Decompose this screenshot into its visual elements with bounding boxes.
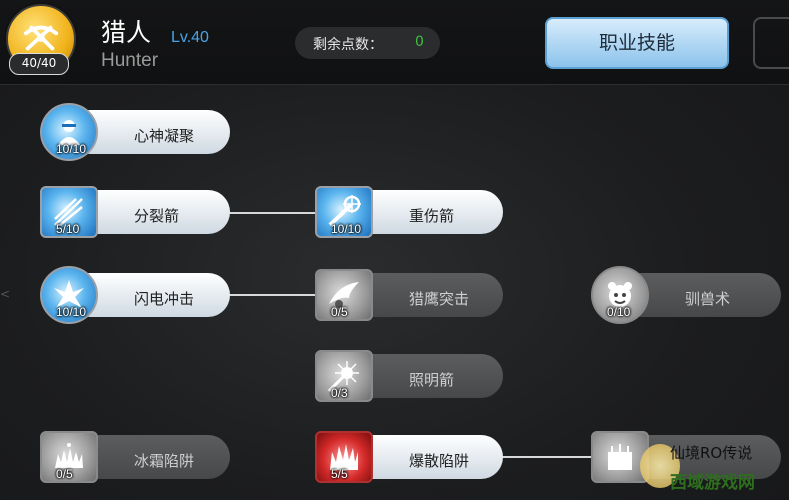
skill-node-falcon-strike[interactable]: 猎鹰突击 0/5 — [315, 269, 505, 321]
remaining-points-box: 剩余点数： 0 — [295, 27, 440, 59]
skill-node-flare-arrow[interactable]: 照明箭 0/3 — [315, 350, 505, 402]
skill-level: 10/10 — [56, 305, 87, 319]
watermark-line1: 仙境RO传说 — [670, 444, 753, 462]
remaining-points-label: 剩余点数： — [313, 37, 383, 53]
remaining-points-value: 0 — [415, 34, 424, 50]
skill-name: 重伤箭 — [409, 207, 455, 225]
skill-level: 0/5 — [331, 305, 348, 319]
site-watermark: 仙境RO传说 西域游戏网 — [640, 438, 789, 500]
job-skills-button[interactable]: 职业技能 — [545, 17, 729, 69]
skill-node-beast-taming[interactable]: 驯兽术 0/10 — [591, 266, 781, 324]
skill-name: 照明箭 — [409, 371, 455, 389]
connector-line — [500, 456, 592, 458]
skill-level: 5/10 — [56, 222, 80, 236]
job-level: Lv.40 — [171, 29, 209, 46]
skill-node-frost-trap[interactable]: 冰霜陷阱 0/5 — [40, 431, 230, 483]
skill-level: 0/5 — [56, 467, 73, 481]
connector-line — [228, 212, 318, 214]
skill-node-lightning-burst[interactable]: 闪电冲击 10/10 — [40, 266, 230, 324]
skill-name: 驯兽术 — [685, 290, 731, 308]
scroll-left-indicator: < — [0, 287, 11, 301]
skill-node-meditation[interactable]: 心神凝聚 10/10 — [40, 103, 230, 161]
skill-level: 5/5 — [331, 467, 348, 481]
skill-level: 0/3 — [331, 386, 348, 400]
skill-node-heavy-arrow[interactable]: 重伤箭 10/10 — [315, 186, 505, 238]
job-name-english: Hunter — [101, 50, 159, 71]
secondary-tab-button[interactable] — [753, 17, 789, 69]
skill-node-blast-trap[interactable]: 爆散陷阱 5/5 — [315, 431, 505, 483]
skill-name: 冰霜陷阱 — [134, 452, 195, 470]
watermark-line2: 西域游戏网 — [670, 473, 755, 493]
skill-node-split-arrow[interactable]: 分裂箭 5/10 — [40, 186, 230, 238]
skill-level: 10/10 — [56, 142, 87, 156]
skill-level: 10/10 — [331, 222, 362, 236]
connector-line — [228, 294, 318, 296]
skill-name: 闪电冲击 — [134, 290, 195, 308]
skill-name: 爆散陷阱 — [409, 452, 470, 470]
skill-name: 猎鹰突击 — [409, 290, 470, 308]
job-name: 猎人 — [101, 18, 152, 47]
header-bar: 40/40 猎人 Lv.40 Hunter 剩余点数： 0 职业技能 — [0, 0, 789, 85]
skill-name: 心神凝聚 — [134, 127, 195, 145]
skill-name: 分裂箭 — [134, 207, 180, 225]
skill-level: 0/10 — [607, 305, 631, 319]
job-points-badge: 40/40 — [9, 53, 69, 75]
